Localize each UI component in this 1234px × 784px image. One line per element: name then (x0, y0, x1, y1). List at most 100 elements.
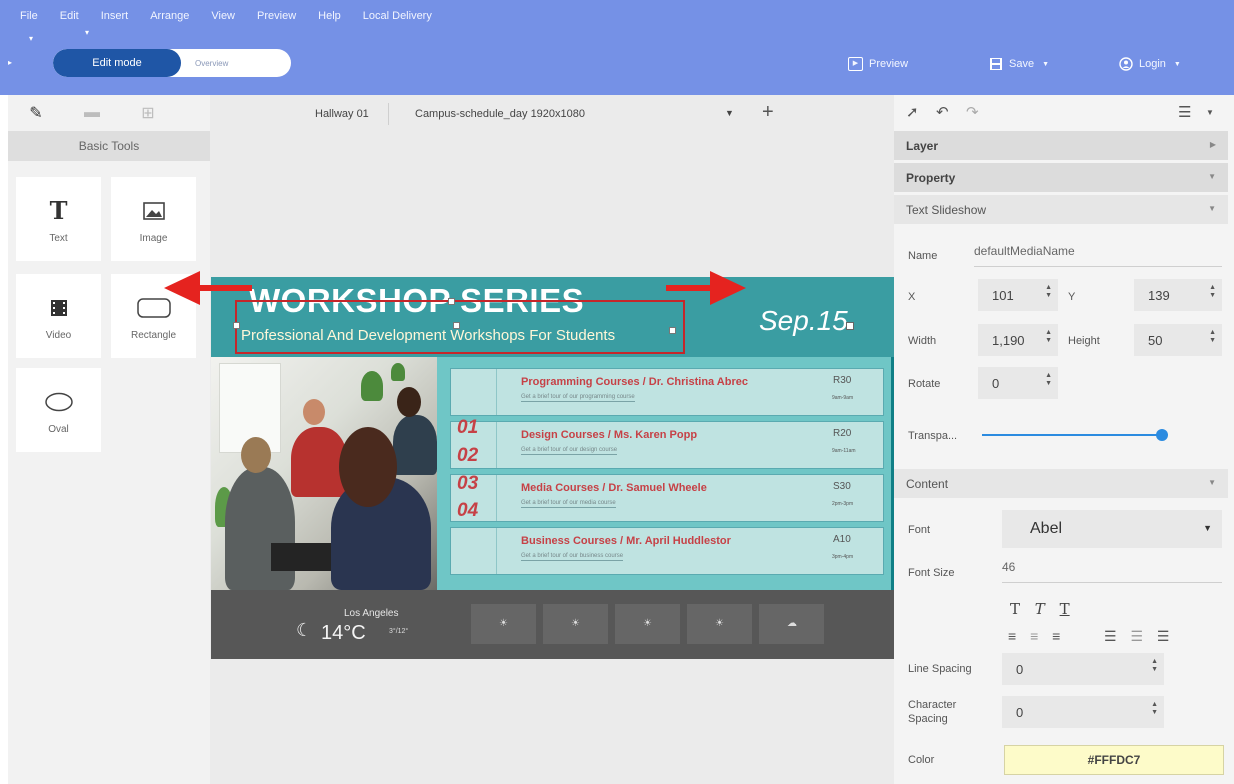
transparency-slider[interactable] (982, 434, 1162, 436)
rotate-input[interactable]: 0 ▲ ▼ (978, 367, 1058, 399)
login-label: Login (1139, 58, 1166, 70)
edit-mode-button[interactable]: Edit mode (53, 49, 181, 77)
text-tool[interactable]: T Text (16, 177, 101, 261)
align-top-icon[interactable]: ≡ (1008, 628, 1016, 644)
height-value: 50 (1148, 332, 1163, 348)
chevron-down-icon[interactable]: ▼ (1206, 108, 1214, 117)
stepper-icon[interactable]: ▲ ▼ (1209, 284, 1216, 300)
video-tool[interactable]: Video (16, 274, 101, 358)
name-label: Name (908, 250, 938, 262)
menu-view[interactable]: View (189, 9, 235, 29)
template-selector[interactable]: Campus-schedule_day 1920x1080 (415, 108, 585, 120)
menu-file[interactable]: File (0, 9, 38, 29)
text-slideshow-section[interactable]: Text Slideshow ▼ (894, 195, 1228, 225)
resize-handle[interactable] (453, 322, 460, 329)
screen-selector[interactable]: Hallway 01 (315, 108, 369, 120)
character-spacing-input[interactable]: 0 ▲ ▼ (1002, 696, 1164, 728)
resize-handle[interactable] (846, 322, 854, 330)
undo-icon[interactable]: ↶ (936, 103, 949, 121)
rotate-value: 0 (992, 375, 1000, 391)
forecast-card: ☁ (759, 604, 824, 644)
course-number: 04 (457, 500, 479, 521)
course-row[interactable]: Programming Courses / Dr. Christina Abre… (450, 368, 884, 416)
course-time: 9am-9am (832, 395, 854, 401)
add-icon[interactable]: + (762, 101, 774, 124)
menu-help[interactable]: Help (296, 9, 341, 29)
course-row[interactable]: Design Courses / Ms. Karen Popp Get a br… (450, 421, 884, 469)
line-spacing-input[interactable]: 0 ▲ ▼ (1002, 653, 1164, 685)
transparency-slider-thumb[interactable] (1156, 429, 1168, 441)
align-center-icon[interactable]: ☰ (1130, 628, 1143, 644)
x-input[interactable]: 101 ▲ ▼ (978, 279, 1058, 311)
character-spacing-value: 0 (1016, 704, 1024, 720)
weather-icon: ☀ (643, 618, 652, 629)
save-button[interactable]: Save ▼ (989, 54, 1049, 74)
properties-panel: ➚ ↶ ↷ ☰ ▼ Layer ▶ Property ▼ Text Slides… (894, 95, 1234, 784)
workshop-photo[interactable] (211, 357, 437, 590)
chevron-down-icon[interactable]: ▼ (725, 108, 734, 118)
preview-button[interactable]: ▶ Preview (848, 54, 908, 74)
resize-handle[interactable] (233, 322, 240, 329)
slide-canvas[interactable]: WORKSHOP SERIES Professional And Develop… (211, 277, 894, 659)
color-input[interactable]: #FFFDC7 (1004, 745, 1224, 775)
align-right-icon[interactable]: ☰ (1157, 628, 1170, 644)
cursor-icon[interactable]: ➚ (906, 103, 919, 121)
briefcase-tab[interactable]: ▬ (64, 95, 120, 131)
font-select[interactable]: Abel ▼ (1002, 510, 1222, 548)
align-middle-icon[interactable]: ≡ (1030, 628, 1038, 644)
menu-edit[interactable]: Edit (38, 9, 79, 29)
stepper-icon[interactable]: ▲ ▼ (1045, 284, 1052, 300)
resize-handle[interactable] (669, 327, 676, 334)
font-label: Font (908, 524, 931, 536)
name-input[interactable]: defaultMediaName (974, 244, 1222, 267)
layer-section[interactable]: Layer ▶ (894, 131, 1228, 161)
y-input[interactable]: 139 ▲ ▼ (1134, 279, 1222, 311)
overview-button[interactable]: Overview (181, 49, 291, 77)
content-section[interactable]: Content ▼ (894, 469, 1228, 499)
font-size-input[interactable]: 46 (1002, 560, 1222, 583)
video-tool-label: Video (45, 329, 72, 341)
stepper-icon[interactable]: ▲ ▼ (1151, 701, 1158, 717)
course-row[interactable]: Media Courses / Dr. Samuel Wheele Get a … (450, 474, 884, 522)
menu-arrange[interactable]: Arrange (128, 9, 189, 29)
bold-icon[interactable]: T (1010, 600, 1020, 618)
course-row[interactable]: Business Courses / Mr. April Huddlestor … (450, 527, 884, 575)
align-left-icon[interactable]: ☰ (1104, 628, 1117, 644)
underline-icon[interactable]: T (1060, 600, 1070, 618)
vertical-align-buttons: ≡ ≡ ≡ (1008, 628, 1060, 644)
user-icon (1119, 57, 1133, 71)
stepper-icon[interactable]: ▲ ▼ (1151, 658, 1158, 674)
oval-tool-label: Oval (48, 423, 69, 435)
stepper-icon[interactable]: ▲ ▼ (1209, 329, 1216, 345)
course-title: Programming Courses / Dr. Christina Abre… (521, 376, 748, 388)
text-tool-label: Text (49, 232, 68, 244)
chevron-down-icon: ▼ (1042, 60, 1050, 68)
image-tool[interactable]: Image (111, 177, 196, 261)
arrow-right-icon (710, 271, 746, 305)
property-section[interactable]: Property ▼ (894, 163, 1228, 193)
mode-toggle[interactable]: Edit mode Overview (53, 49, 291, 77)
course-description: Get a brief tour of our programming cour… (521, 394, 635, 402)
width-input[interactable]: 1,190 ▲ ▼ (978, 324, 1058, 356)
menu-insert[interactable]: Insert (79, 9, 129, 29)
pin-icon: ▾ (29, 34, 34, 43)
layout-tab[interactable]: ⊞ (120, 95, 176, 131)
forecast-card: ☀ (543, 604, 608, 644)
height-input[interactable]: 50 ▲ ▼ (1134, 324, 1222, 356)
align-bottom-icon[interactable]: ≡ (1052, 628, 1060, 644)
menu-preview[interactable]: Preview (235, 9, 296, 29)
selection-box[interactable] (233, 298, 685, 354)
menu-local-delivery[interactable]: Local Delivery (341, 9, 432, 29)
stepper-icon[interactable]: ▲ ▼ (1045, 329, 1052, 345)
stepper-icon[interactable]: ▲ ▼ (1045, 372, 1052, 388)
align-icon[interactable]: ☰ (1178, 103, 1191, 121)
pen-tab[interactable]: ✎ (8, 95, 64, 131)
italic-icon[interactable]: T (1035, 600, 1045, 618)
redo-icon[interactable]: ↷ (966, 103, 979, 121)
resize-handle[interactable] (448, 298, 455, 305)
oval-tool[interactable]: Oval (16, 368, 101, 452)
slide-date[interactable]: Sep.15 (759, 305, 848, 337)
login-button[interactable]: Login ▼ (1119, 54, 1181, 74)
course-description: Get a brief tour of our design course (521, 447, 618, 455)
course-title: Design Courses / Ms. Karen Popp (521, 429, 698, 441)
